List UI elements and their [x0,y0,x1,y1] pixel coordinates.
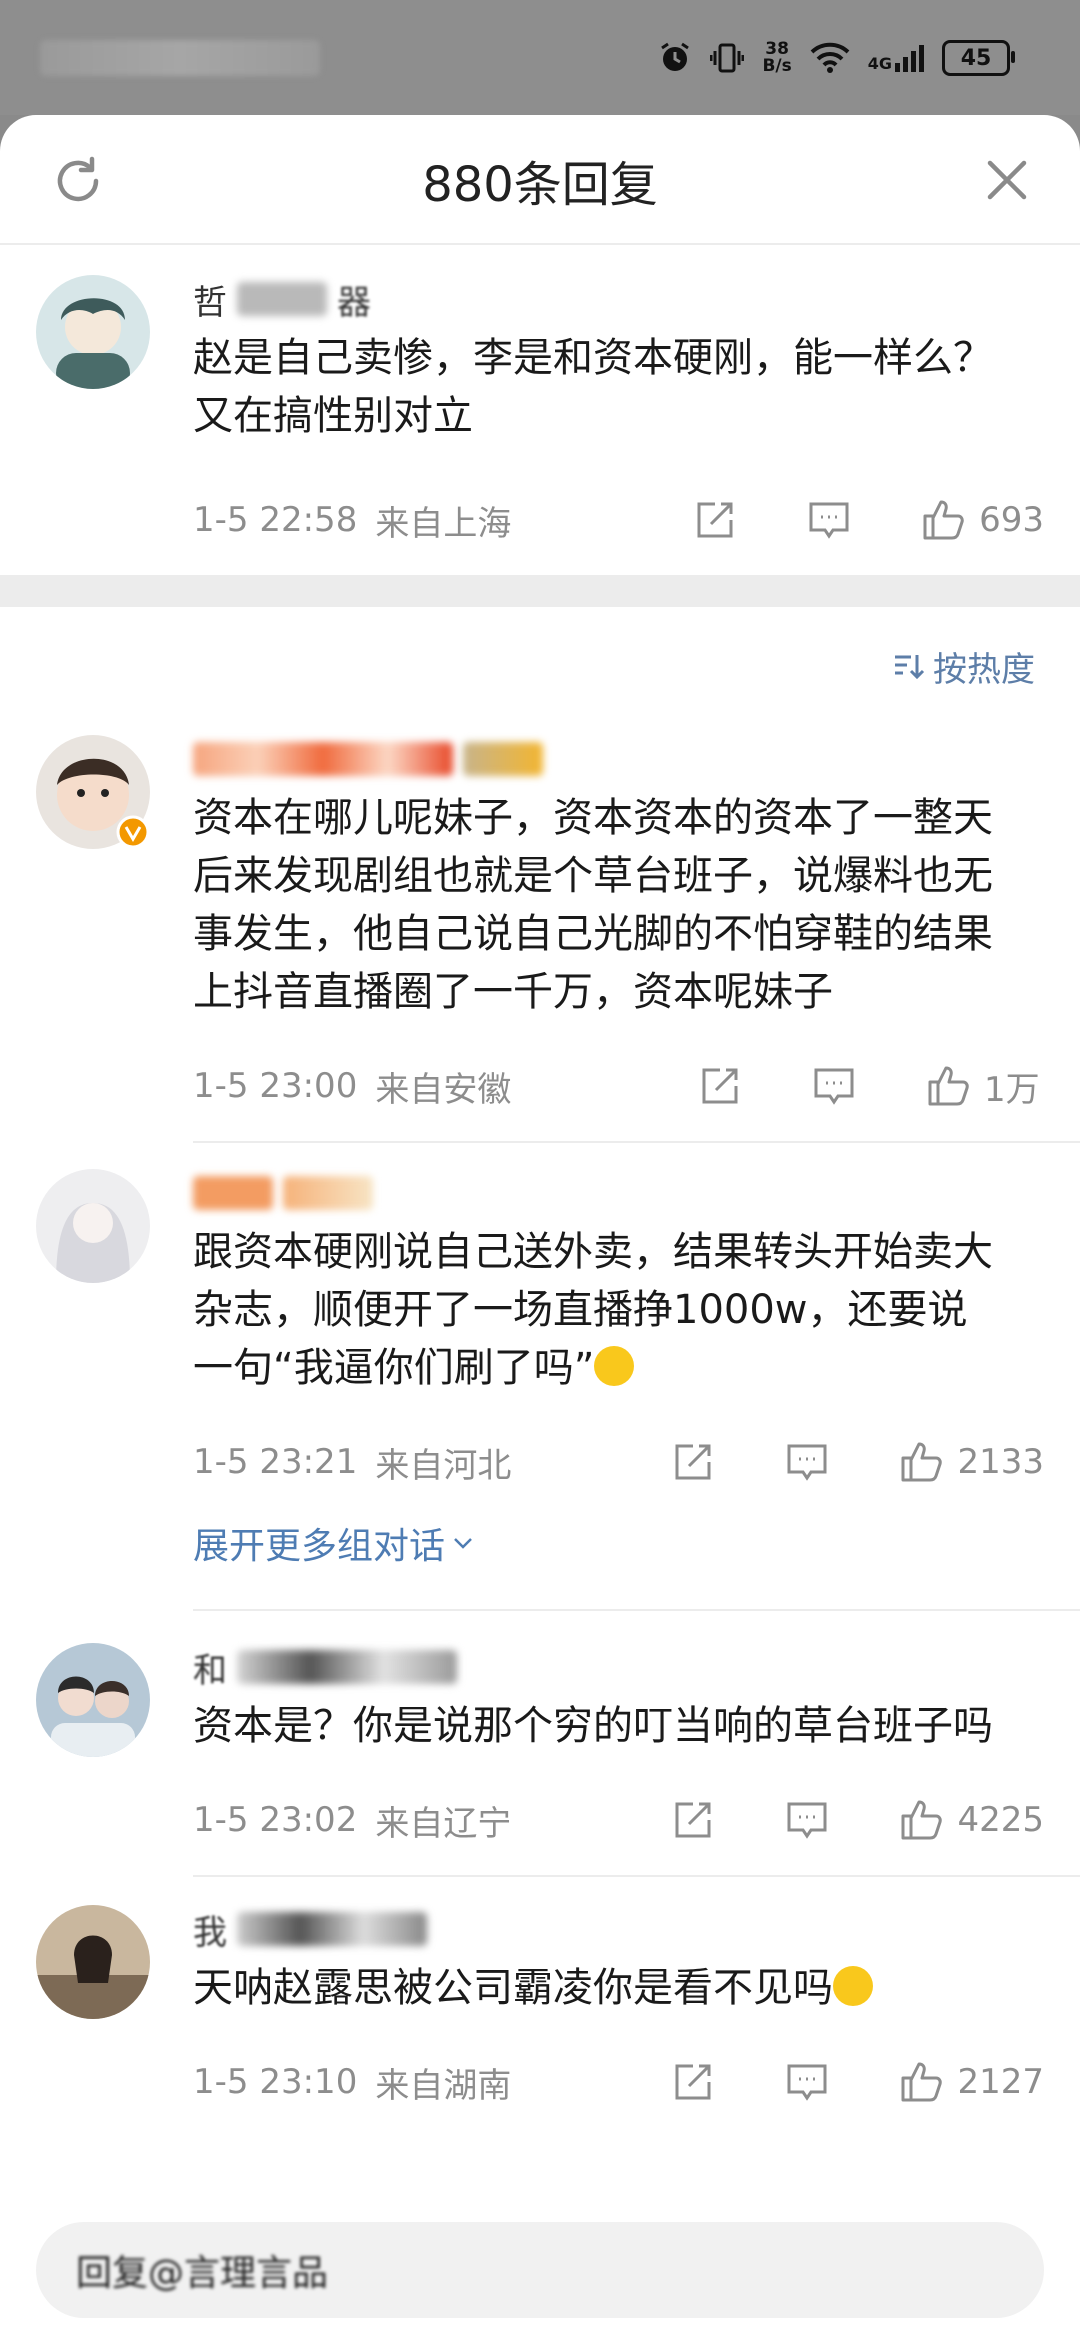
comment-actions: 2127 [671,2060,1044,2104]
share-icon[interactable] [698,1064,742,1108]
location: 来自上海 [375,503,512,544]
comment-icon[interactable] [785,2060,829,2104]
timestamp: 1-5 22:58 [193,500,358,540]
timestamp: 1-5 23:10 [193,2062,358,2102]
comment-meta: 1-5 23:00 来自安徽 1万 [193,1041,1044,1131]
signal-icon [895,45,924,72]
location: 来自辽宁 [375,1803,512,1844]
smirk-emoji-icon [833,1966,873,2006]
replies-sheet: 880条回复 哲 器 赵是自己卖惨，李是和资本硬刚，能一样么？又在搞性别对立 1… [0,115,1080,2340]
list-fade [0,2170,1080,2225]
share-icon[interactable] [671,2060,715,2104]
network-type: 4G [867,54,892,73]
avatar[interactable] [36,1643,150,1757]
like-icon[interactable] [921,498,965,542]
sort-toggle[interactable]: 按热度 [0,607,1080,725]
comment-meta: 1-5 23:10 来自湖南 2127 [193,2037,1044,2127]
reply-item[interactable]: 我 天呐赵露思被公司霸凌你是看不见吗 1-5 23:10 来自湖南 2127 [0,1877,1080,2127]
timestamp: 1-5 23:00 [193,1066,358,1106]
comment-icon[interactable] [807,498,851,542]
reply-input[interactable]: 回复@言理言品 [36,2222,1044,2318]
location: 来自安徽 [375,1069,512,1110]
comment-meta: 1-5 23:02 来自辽宁 4225 [193,1775,1044,1865]
status-bar: 38 B/s 4G 45 [0,0,1080,115]
timestamp: 1-5 23:02 [193,1800,358,1840]
chevron-down-icon [454,1538,472,1549]
expand-more-link[interactable]: 展开更多组对话 [193,1517,1044,1569]
alarm-icon [661,42,690,71]
like-count: 2127 [957,2062,1044,2102]
comment-actions: 1万 [698,1062,1044,1111]
comment-meta: 1-5 22:58 来自上海 693 [193,475,1044,565]
reply-placeholder: 回复@言理言品 [76,2253,329,2294]
root-comment[interactable]: 哲 器 赵是自己卖惨，李是和资本硬刚，能一样么？又在搞性别对立 1-5 22:5… [0,245,1080,575]
avatar[interactable] [36,1169,150,1283]
username-text: 和 [193,1650,227,1691]
comment-actions: 4225 [671,1798,1044,1842]
like-icon[interactable] [899,2060,943,2104]
comment-icon[interactable] [812,1064,856,1108]
sheet-header: 880条回复 [0,115,1080,245]
like-count: 2133 [957,1442,1044,1482]
comment-text: 资本在哪儿呢妹子，资本资本的资本了一整天后来发现剧组也就是个草台班子，说爆料也无… [193,795,993,1015]
like-icon[interactable] [899,1440,943,1484]
sheet-title: 880条回复 [422,157,658,213]
comment-text: 资本是？你是说那个穷的叮当响的草台班子吗 [193,1703,993,1749]
reply-item[interactable]: 资本在哪儿呢妹子，资本资本的资本了一整天后来发现剧组也就是个草台班子，说爆料也无… [0,725,1080,1131]
avatar[interactable] [36,1905,150,2019]
verified-badge-icon [116,815,150,849]
net-speed-unit: B/s [762,56,792,76]
battery-indicator: 45 [942,40,1015,76]
username-text: 哲 [193,282,227,323]
comment-actions: 2133 [671,1440,1044,1484]
close-icon[interactable] [982,155,1032,205]
username-blurred [237,282,327,316]
like-count: 1万 [984,1069,1040,1110]
comment-actions: 693 [693,498,1044,542]
comment-text: 天呐赵露思被公司霸凌你是看不见吗 [193,1959,1044,2017]
timestamp: 1-5 23:21 [193,1442,358,1482]
comment-icon[interactable] [785,1798,829,1842]
like-count: 693 [979,500,1044,540]
comment-meta: 1-5 23:21 来自河北 2133 [193,1417,1044,1507]
username-blurred[interactable] [193,729,1044,789]
username-tail: 器 [337,282,371,323]
reply-item[interactable]: 跟资本硬刚说自己送外卖，结果转头开始卖大杂志，顺便开了一场直播挣1000w，还要… [0,1143,1080,1569]
wifi-icon [810,42,850,73]
comment-text-body: 跟资本硬刚说自己送外卖，结果转头开始卖大杂志，顺便开了一场直播挣1000w，还要… [193,1229,993,1391]
grin-emoji-icon [594,1346,635,1386]
status-icons: 38 B/s 4G 45 [658,36,1015,80]
username[interactable]: 哲 器 [193,269,1044,329]
username-text: 我 [193,1912,227,1953]
sort-label: 按热度 [933,649,1035,690]
location: 来自湖南 [375,2065,512,2106]
comment-icon[interactable] [785,1440,829,1484]
sort-icon [895,655,925,680]
avatar[interactable] [36,275,150,389]
comment-text: 赵是自己卖惨，李是和资本硬刚，能一样么？又在搞性别对立 [193,335,993,439]
section-divider [0,575,1080,607]
expand-label: 展开更多组对话 [193,1526,446,1567]
reply-item[interactable]: 和 资本是？你是说那个穷的叮当响的草台班子吗 1-5 23:02 来自辽宁 42… [0,1611,1080,1865]
vibrate-icon [710,43,745,73]
username[interactable]: 和 [193,1637,1044,1697]
like-icon[interactable] [926,1064,970,1108]
share-icon[interactable] [671,1798,715,1842]
username-blurred [237,1912,427,1946]
location: 来自河北 [375,1445,512,1486]
share-icon[interactable] [693,498,737,542]
net-speed: 38 B/s [762,41,791,75]
share-icon[interactable] [671,1440,715,1484]
like-icon[interactable] [899,1798,943,1842]
username-blurred [237,1650,457,1684]
comment-text-body: 天呐赵露思被公司霸凌你是看不见吗 [193,1965,833,2011]
status-time-blurred [40,40,320,76]
username[interactable]: 我 [193,1899,1044,1959]
comment-text: 跟资本硬刚说自己送外卖，结果转头开始卖大杂志，顺便开了一场直播挣1000w，还要… [193,1223,1044,1397]
username-blurred[interactable] [193,1163,1044,1223]
like-count: 4225 [957,1800,1044,1840]
